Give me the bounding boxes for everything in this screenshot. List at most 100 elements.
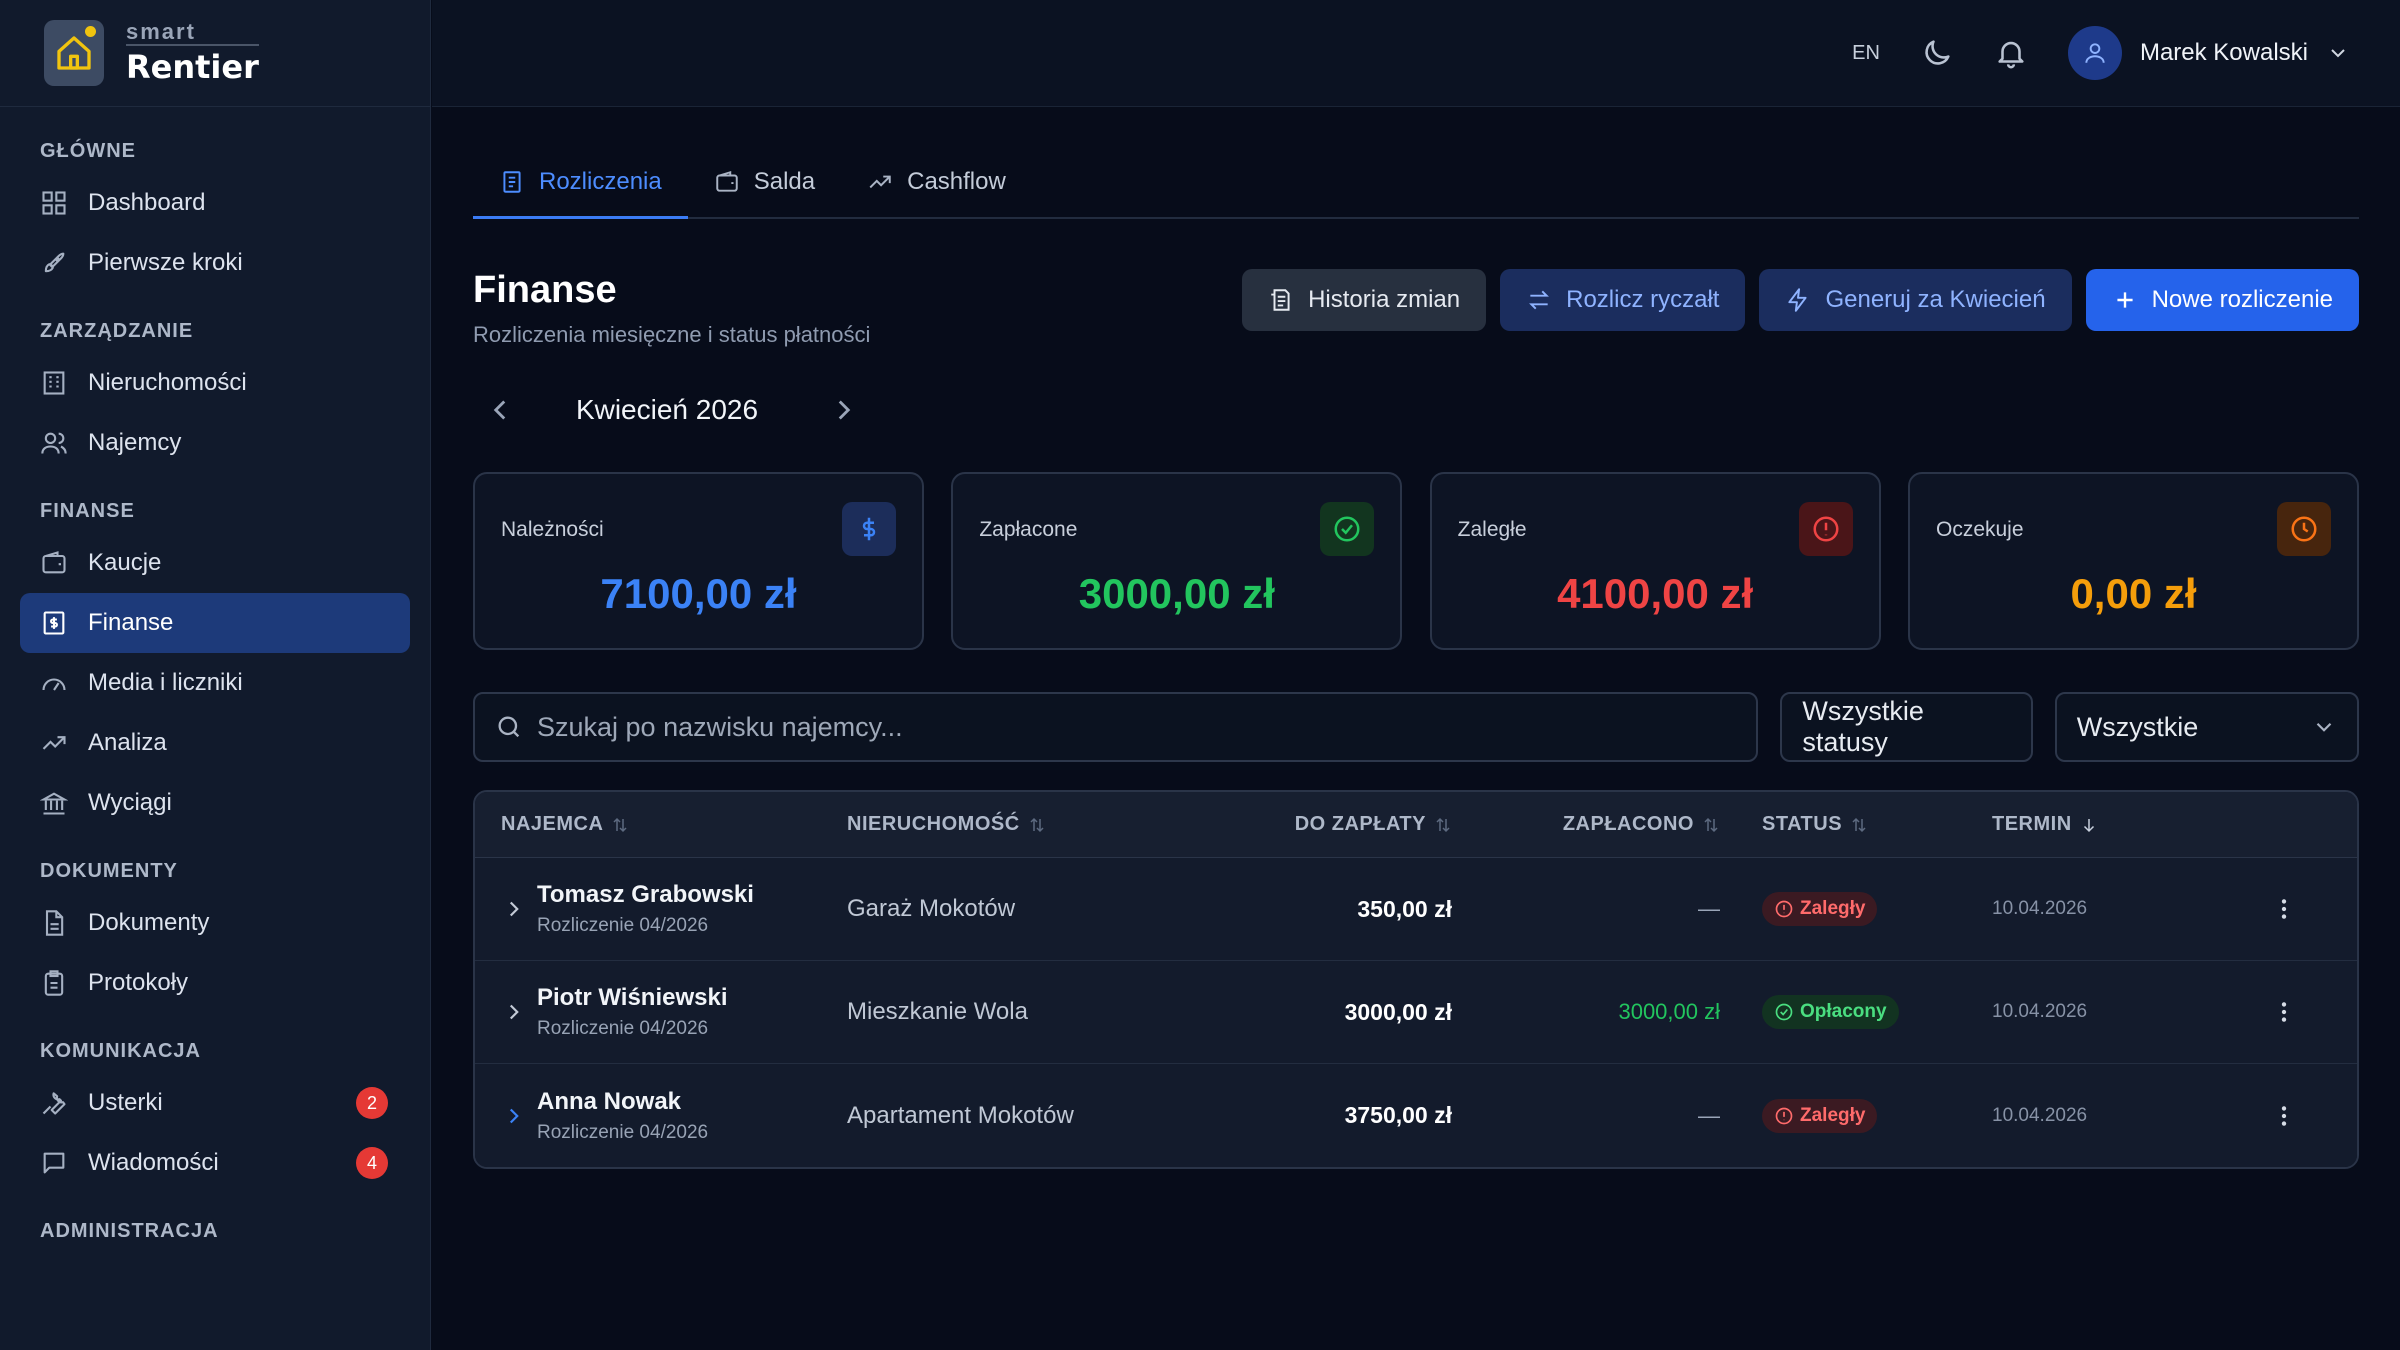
user-menu[interactable]: Marek Kowalski	[2067, 26, 2350, 80]
sidebar-item-protokoly[interactable]: Protokoły	[20, 953, 410, 1013]
due-date: 10.04.2026	[1992, 1104, 2088, 1126]
swap-icon	[1529, 290, 1550, 310]
amount-due: 3750,00 zł	[1344, 1102, 1452, 1128]
sidebar: smart Rentier GŁÓWNE Dashboard Pierwsze …	[0, 0, 431, 1350]
chevron-left-icon[interactable]	[483, 393, 517, 427]
check-circle-icon	[1320, 502, 1375, 556]
table-row[interactable]: Anna Nowak Rozliczenie 04/2026 Apartamen…	[475, 1064, 2357, 1167]
history-button[interactable]: Historia zmian	[1242, 269, 1487, 331]
clipboard-icon	[44, 970, 64, 996]
sidebar-item-analiza[interactable]: Analiza	[20, 713, 410, 773]
property-name: Garaż Mokotów	[847, 895, 1016, 922]
new-settlement-button[interactable]: Nowe rozliczenie	[2085, 269, 2359, 331]
settlement-period: Rozliczenie 04/2026	[537, 1121, 709, 1143]
sidebar-item-finanse[interactable]: Finanse	[20, 593, 410, 653]
search-icon	[498, 716, 520, 738]
sidebar-item-usterki[interactable]: Usterki 2	[20, 1073, 410, 1133]
sidebar-item-media[interactable]: Media i liczniki	[20, 653, 410, 713]
col-header-due[interactable]: DO ZAPŁATY	[1197, 813, 1452, 836]
more-vertical-icon[interactable]	[2271, 999, 2297, 1025]
more-vertical-icon[interactable]	[2271, 896, 2297, 922]
card-zalegle: Zaległe 4100,00 zł	[1429, 472, 1881, 650]
wallet-icon	[42, 551, 66, 574]
sidebar-item-label: Usterki	[88, 1089, 163, 1116]
page-title: Finanse	[473, 269, 617, 311]
tab-label: Cashflow	[907, 168, 1006, 195]
plus-icon	[2117, 292, 2133, 308]
chevron-down-icon	[2331, 49, 2345, 58]
user-icon	[2085, 43, 2105, 63]
settle-flat-button[interactable]: Rozlicz ryczałt	[1500, 269, 1746, 331]
sidebar-item-dashboard[interactable]: Dashboard	[20, 173, 410, 233]
property-name: Apartament Mokotów	[847, 1101, 1074, 1129]
col-header-property[interactable]: NIERUCHOMOŚĆ	[847, 813, 1197, 836]
section-title-komunikacja: KOMUNIKACJA	[40, 1040, 201, 1062]
sidebar-item-label: Najemcy	[88, 429, 182, 456]
trending-up-icon	[42, 736, 66, 750]
generate-button[interactable]: Generuj za Kwiecień	[1759, 269, 2072, 331]
gauge-icon	[42, 678, 66, 691]
chevron-right-icon[interactable]	[501, 1103, 527, 1129]
col-header-tenant[interactable]: NAJEMCA	[475, 813, 847, 836]
building-icon	[43, 371, 65, 395]
filters-bar: Wszystkie statusy Wszystkie	[473, 692, 2359, 762]
amount-due: 350,00 zł	[1357, 895, 1452, 922]
chevron-right-icon[interactable]	[501, 999, 527, 1025]
avatar	[2067, 26, 2122, 80]
chevron-down-icon	[2316, 722, 2332, 732]
settlement-period: Rozliczenie 04/2026	[537, 1018, 709, 1039]
sidebar-nav: GŁÓWNE Dashboard Pierwsze kroki ZARZĄDZA…	[0, 107, 430, 1245]
alert-circle-icon	[1798, 502, 1853, 556]
table-header: NAJEMCA NIERUCHOMOŚĆ DO ZAPŁATY ZAPŁACON…	[475, 792, 2357, 858]
type-filter-select[interactable]: Wszystkie	[2054, 692, 2359, 762]
sort-icon	[1436, 817, 1450, 832]
property-name: Mieszkanie Wola	[847, 998, 1028, 1025]
sidebar-item-label: Pierwsze kroki	[88, 249, 243, 276]
chevron-right-icon[interactable]	[827, 393, 861, 427]
card-value: 4100,00 zł	[1557, 570, 1754, 617]
sidebar-item-label: Wiadomości	[88, 1149, 219, 1176]
chevron-right-icon[interactable]	[501, 896, 527, 922]
amount-paid: 3000,00 zł	[1618, 999, 1720, 1024]
message-icon	[43, 1152, 65, 1174]
section-title-glowne: GŁÓWNE	[40, 140, 136, 162]
tenant-name: Anna Nowak	[537, 1087, 682, 1115]
file-text-icon	[45, 910, 64, 936]
history-list-icon	[1271, 289, 1290, 311]
sidebar-item-najemcy[interactable]: Najemcy	[20, 413, 410, 473]
sidebar-item-label: Dashboard	[88, 189, 206, 216]
language-switch[interactable]: EN	[1852, 42, 1880, 65]
bell-icon[interactable]	[1994, 36, 2028, 70]
tab-salda[interactable]: Salda	[688, 147, 841, 217]
section-title-dokumenty: DOKUMENTY	[40, 860, 178, 882]
brand[interactable]: smart Rentier	[0, 0, 430, 107]
sidebar-item-label: Protokoły	[88, 969, 189, 996]
card-value: 3000,00 zł	[1078, 570, 1275, 617]
grid-icon	[42, 191, 66, 215]
col-header-paid[interactable]: ZAPŁACONO	[1452, 813, 1720, 836]
sidebar-item-dokumenty[interactable]: Dokumenty	[20, 893, 410, 953]
status-badge: Opłacony	[1762, 995, 1899, 1029]
card-label: Zaległe	[1457, 518, 1527, 541]
sidebar-item-pierwsze-kroki[interactable]: Pierwsze kroki	[20, 233, 410, 293]
sidebar-item-wiadomosci[interactable]: Wiadomości 4	[20, 1133, 410, 1193]
settlement-period: Rozliczenie 04/2026	[537, 915, 709, 936]
sidebar-item-nieruchomosci[interactable]: Nieruchomości	[20, 353, 410, 413]
tab-rozliczenia[interactable]: Rozliczenia	[473, 147, 688, 219]
more-vertical-icon[interactable]	[2271, 1103, 2297, 1129]
rocket-icon	[44, 252, 65, 273]
sidebar-item-kaucje[interactable]: Kaucje	[20, 533, 410, 593]
amount-paid: —	[1698, 896, 1720, 921]
search-input[interactable]	[537, 711, 1637, 743]
table-row[interactable]: Piotr Wiśniewski Rozliczenie 04/2026 Mie…	[475, 961, 2357, 1064]
user-name: Marek Kowalski	[2139, 39, 2308, 66]
col-header-term[interactable]: TERMIN	[1974, 813, 2244, 836]
status-filter-select[interactable]: Wszystkie statusy	[1780, 692, 2033, 762]
sidebar-item-wyciagi[interactable]: Wyciągi	[20, 773, 410, 833]
col-header-status[interactable]: STATUS	[1720, 813, 1974, 836]
tab-cashflow[interactable]: Cashflow	[841, 147, 1032, 217]
tab-label: Salda	[753, 168, 816, 195]
moon-icon[interactable]	[1920, 36, 1954, 70]
table-row[interactable]: Tomasz Grabowski Rozliczenie 04/2026 Gar…	[475, 858, 2357, 961]
logo	[44, 20, 104, 86]
